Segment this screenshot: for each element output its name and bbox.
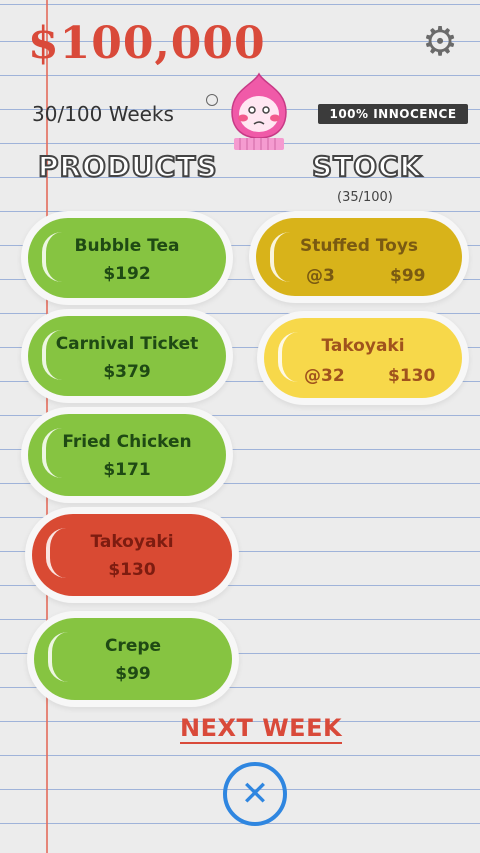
stock-count: (35/100): [337, 190, 393, 205]
product-name: Bubble Tea: [74, 236, 180, 256]
product-takoyaki[interactable]: Takoyaki $130: [32, 514, 232, 596]
stock-stuffed-toys[interactable]: Stuffed Toys @3 $99: [256, 218, 462, 296]
product-fried-chicken[interactable]: Fried Chicken $171: [28, 414, 226, 496]
stock-takoyaki[interactable]: Takoyaki @32 $130: [264, 318, 462, 398]
product-name: Crepe: [104, 636, 162, 656]
mascot-character: [231, 72, 287, 150]
product-price: $171: [103, 460, 151, 480]
weeks-counter: 30/100 Weeks: [32, 102, 174, 126]
product-carnival-ticket[interactable]: Carnival Ticket $379: [28, 316, 226, 396]
product-crepe[interactable]: Crepe $99: [34, 618, 232, 700]
thought-bubble-icon: [206, 94, 218, 106]
stock-name: Takoyaki: [321, 336, 405, 356]
stock-heading: STOCK: [311, 149, 423, 184]
products-heading: PRODUCTS: [37, 149, 218, 184]
product-price: $99: [115, 664, 151, 684]
innocence-meter: 100% INNOCENCE: [318, 104, 468, 124]
stock-name: Stuffed Toys: [299, 236, 419, 256]
product-price: $379: [103, 362, 151, 382]
product-name: Carnival Ticket: [55, 334, 199, 354]
product-name: Takoyaki: [90, 532, 174, 552]
stock-qty: @3: [306, 266, 335, 286]
stock-price: $99: [390, 266, 426, 286]
stock-qty: @32: [304, 366, 345, 386]
product-price: $130: [108, 560, 156, 580]
stock-price: $130: [388, 366, 436, 386]
product-price: $192: [103, 264, 151, 284]
product-bubble-tea[interactable]: Bubble Tea $192: [28, 218, 226, 298]
money-display: $100,000: [28, 18, 266, 69]
gear-icon[interactable]: ⚙: [418, 19, 462, 65]
product-name: Fried Chicken: [62, 432, 192, 452]
next-week-button[interactable]: NEXT WEEK: [180, 714, 343, 744]
close-icon[interactable]: ✕: [223, 762, 287, 826]
